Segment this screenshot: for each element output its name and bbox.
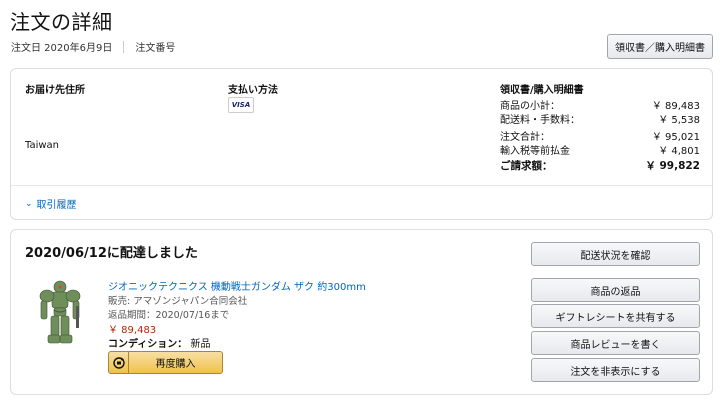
grand-total-value: ￥ 99,822 — [645, 160, 700, 172]
summary-value: ￥ 89,483 — [651, 101, 700, 112]
order-meta: 注文日 2020年6月9日 注文番号 — [11, 39, 175, 54]
return-period: 返品期間：2020/07/16まで — [108, 310, 230, 321]
condition-label: コンディション： — [108, 339, 188, 350]
hide-order-button[interactable]: 注文を非表示にする — [531, 358, 700, 382]
product-price: ￥ 89,483 — [108, 325, 157, 336]
product-image[interactable] — [34, 278, 86, 348]
order-number-label: 注文番号 — [135, 43, 176, 54]
summary-value: ￥ 4,801 — [658, 146, 700, 157]
summary-label: 輸入税等前払金 — [500, 146, 570, 157]
shipping-country: Taiwan — [25, 140, 60, 151]
summary-label: 配送料・手数料： — [500, 115, 580, 126]
chevron-down-icon: ⌄ — [25, 198, 33, 209]
order-date: 注文日 2020年6月9日 — [11, 43, 113, 54]
order-info-box: お届け先住所 Taiwan 支払い方法 VISA 領収書/購入明細書 商品の小計… — [10, 68, 713, 220]
condition-value: 新品 — [190, 339, 211, 350]
delivery-status-title: 2020/06/12に配達しました — [25, 246, 198, 261]
grand-total-label: ご請求額： — [500, 160, 553, 172]
section-divider — [11, 185, 712, 186]
page-title: 注文の詳細 — [10, 10, 113, 34]
track-package-button[interactable]: 配送状況を確認 — [531, 242, 700, 266]
share-gift-receipt-button[interactable]: ギフトレシートを共有する — [531, 304, 700, 328]
order-summary-label: 領収書/購入明細書 — [500, 85, 584, 96]
product-title-link[interactable]: ジオニックテクニクス 機動戦士ガンダム ザク 約300mm — [108, 278, 366, 293]
buy-again-button[interactable]: 再度購入 — [108, 351, 223, 374]
seller-name: 販売: アマゾンジャパン合同会社 — [108, 296, 248, 307]
summary-value: ￥ 5,538 — [658, 115, 700, 126]
summary-row-import-tax: 輸入税等前払金 ￥ 4,801 — [500, 142, 700, 157]
write-review-button[interactable]: 商品レビューを書く — [531, 331, 700, 355]
summary-row-subtotal: 商品の小計： ￥ 89,483 — [500, 97, 700, 112]
product-condition: コンディション： 新品 — [108, 335, 211, 350]
payment-method-label: 支払い方法 — [228, 85, 278, 96]
meta-divider — [123, 40, 125, 53]
summary-label: 注文合計： — [500, 132, 550, 143]
receipt-button[interactable]: 領収書／購入明細書 — [607, 34, 713, 59]
transaction-history-link[interactable]: ⌄ 取引履歴 — [25, 196, 77, 212]
shipping-address-label: お届け先住所 — [25, 85, 85, 96]
summary-row-shipping: 配送料・手数料： ￥ 5,538 — [500, 111, 700, 126]
summary-row-order-total: 注文合計： ￥ 95,021 — [500, 128, 700, 143]
transaction-history-label: 取引履歴 — [36, 200, 77, 211]
summary-row-grand-total: ご請求額： ￥ 99,822 — [500, 158, 700, 173]
reorder-icon — [109, 352, 129, 373]
shipment-box: 2020/06/12に配達しました ジオニックテクニクス 機動戦士ガンダム ザク… — [10, 229, 713, 395]
buy-again-label: 再度購入 — [155, 359, 196, 370]
visa-card-icon: VISA — [228, 97, 254, 113]
return-item-button[interactable]: 商品の返品 — [531, 278, 700, 302]
summary-value: ￥ 95,021 — [651, 132, 700, 143]
summary-label: 商品の小計： — [500, 101, 560, 112]
